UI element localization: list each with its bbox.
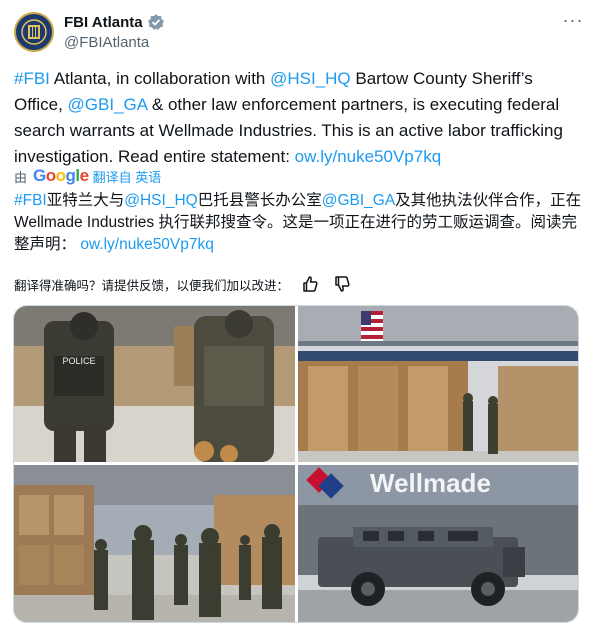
verified-badge-icon — [147, 13, 165, 31]
wellmade-sign-text: Wellmade — [370, 468, 491, 498]
more-options-icon[interactable]: ··· — [561, 11, 585, 32]
mention-link[interactable]: @GBI_GA — [68, 95, 148, 114]
warehouse-pallets-flag-photo[interactable] — [298, 306, 578, 462]
url-link[interactable]: ow.ly/nuke50Vp7kq — [295, 147, 442, 166]
text-segment: 亚特兰大与 — [46, 192, 125, 209]
translation-feedback: 翻译得准确吗？请提供反馈，以便我们加以改进： — [14, 274, 353, 294]
tactical-team-walking-photo[interactable] — [14, 465, 295, 622]
google-logo: Google — [33, 166, 89, 185]
url-link[interactable]: ow.ly/nuke50Vp7kq — [80, 236, 214, 253]
tweet-header: FBI Atlanta @FBIAtlanta ··· — [14, 10, 587, 54]
avatar[interactable] — [14, 12, 54, 52]
hashtag-link[interactable]: #FBI — [14, 69, 50, 88]
thumbs-down-icon[interactable] — [333, 275, 353, 293]
mention-link[interactable]: @HSI_HQ — [270, 69, 351, 88]
media-grid: POLICE Wellmade — [13, 305, 579, 623]
mention-link[interactable]: @HSI_HQ — [124, 192, 197, 209]
display-name[interactable]: FBI Atlanta — [64, 14, 143, 31]
fbi-seal-icon — [17, 15, 51, 49]
text-segment: 巴托县警长办公室 — [197, 192, 322, 209]
tweet-text: #FBI Atlanta, in collaboration with @HSI… — [14, 66, 574, 170]
translated-by: 由 Google 翻译自 英语 — [14, 166, 161, 186]
translated-text: #FBI亚特兰大与@HSI_HQ巴托县警长办公室@GBI_GA及其他执法伙伴合作… — [14, 190, 584, 256]
agents-in-warehouse-photo[interactable]: POLICE — [14, 306, 295, 462]
handle[interactable]: @FBIAtlanta — [64, 34, 165, 51]
translated-from-link[interactable]: 翻译自 英语 — [93, 167, 162, 186]
thumbs-up-icon[interactable] — [301, 275, 321, 293]
text-segment: Atlanta, in collaboration with — [49, 69, 271, 88]
hashtag-link[interactable]: #FBI — [14, 192, 47, 209]
police-vest-text: POLICE — [62, 356, 95, 366]
mention-link[interactable]: @GBI_GA — [322, 192, 395, 209]
feedback-prompt: 翻译得准确吗？请提供反馈，以便我们加以改进： — [14, 278, 290, 293]
armored-vehicle-wellmade-photo[interactable]: Wellmade — [298, 465, 578, 622]
translated-by-label: 由 — [14, 169, 28, 185]
